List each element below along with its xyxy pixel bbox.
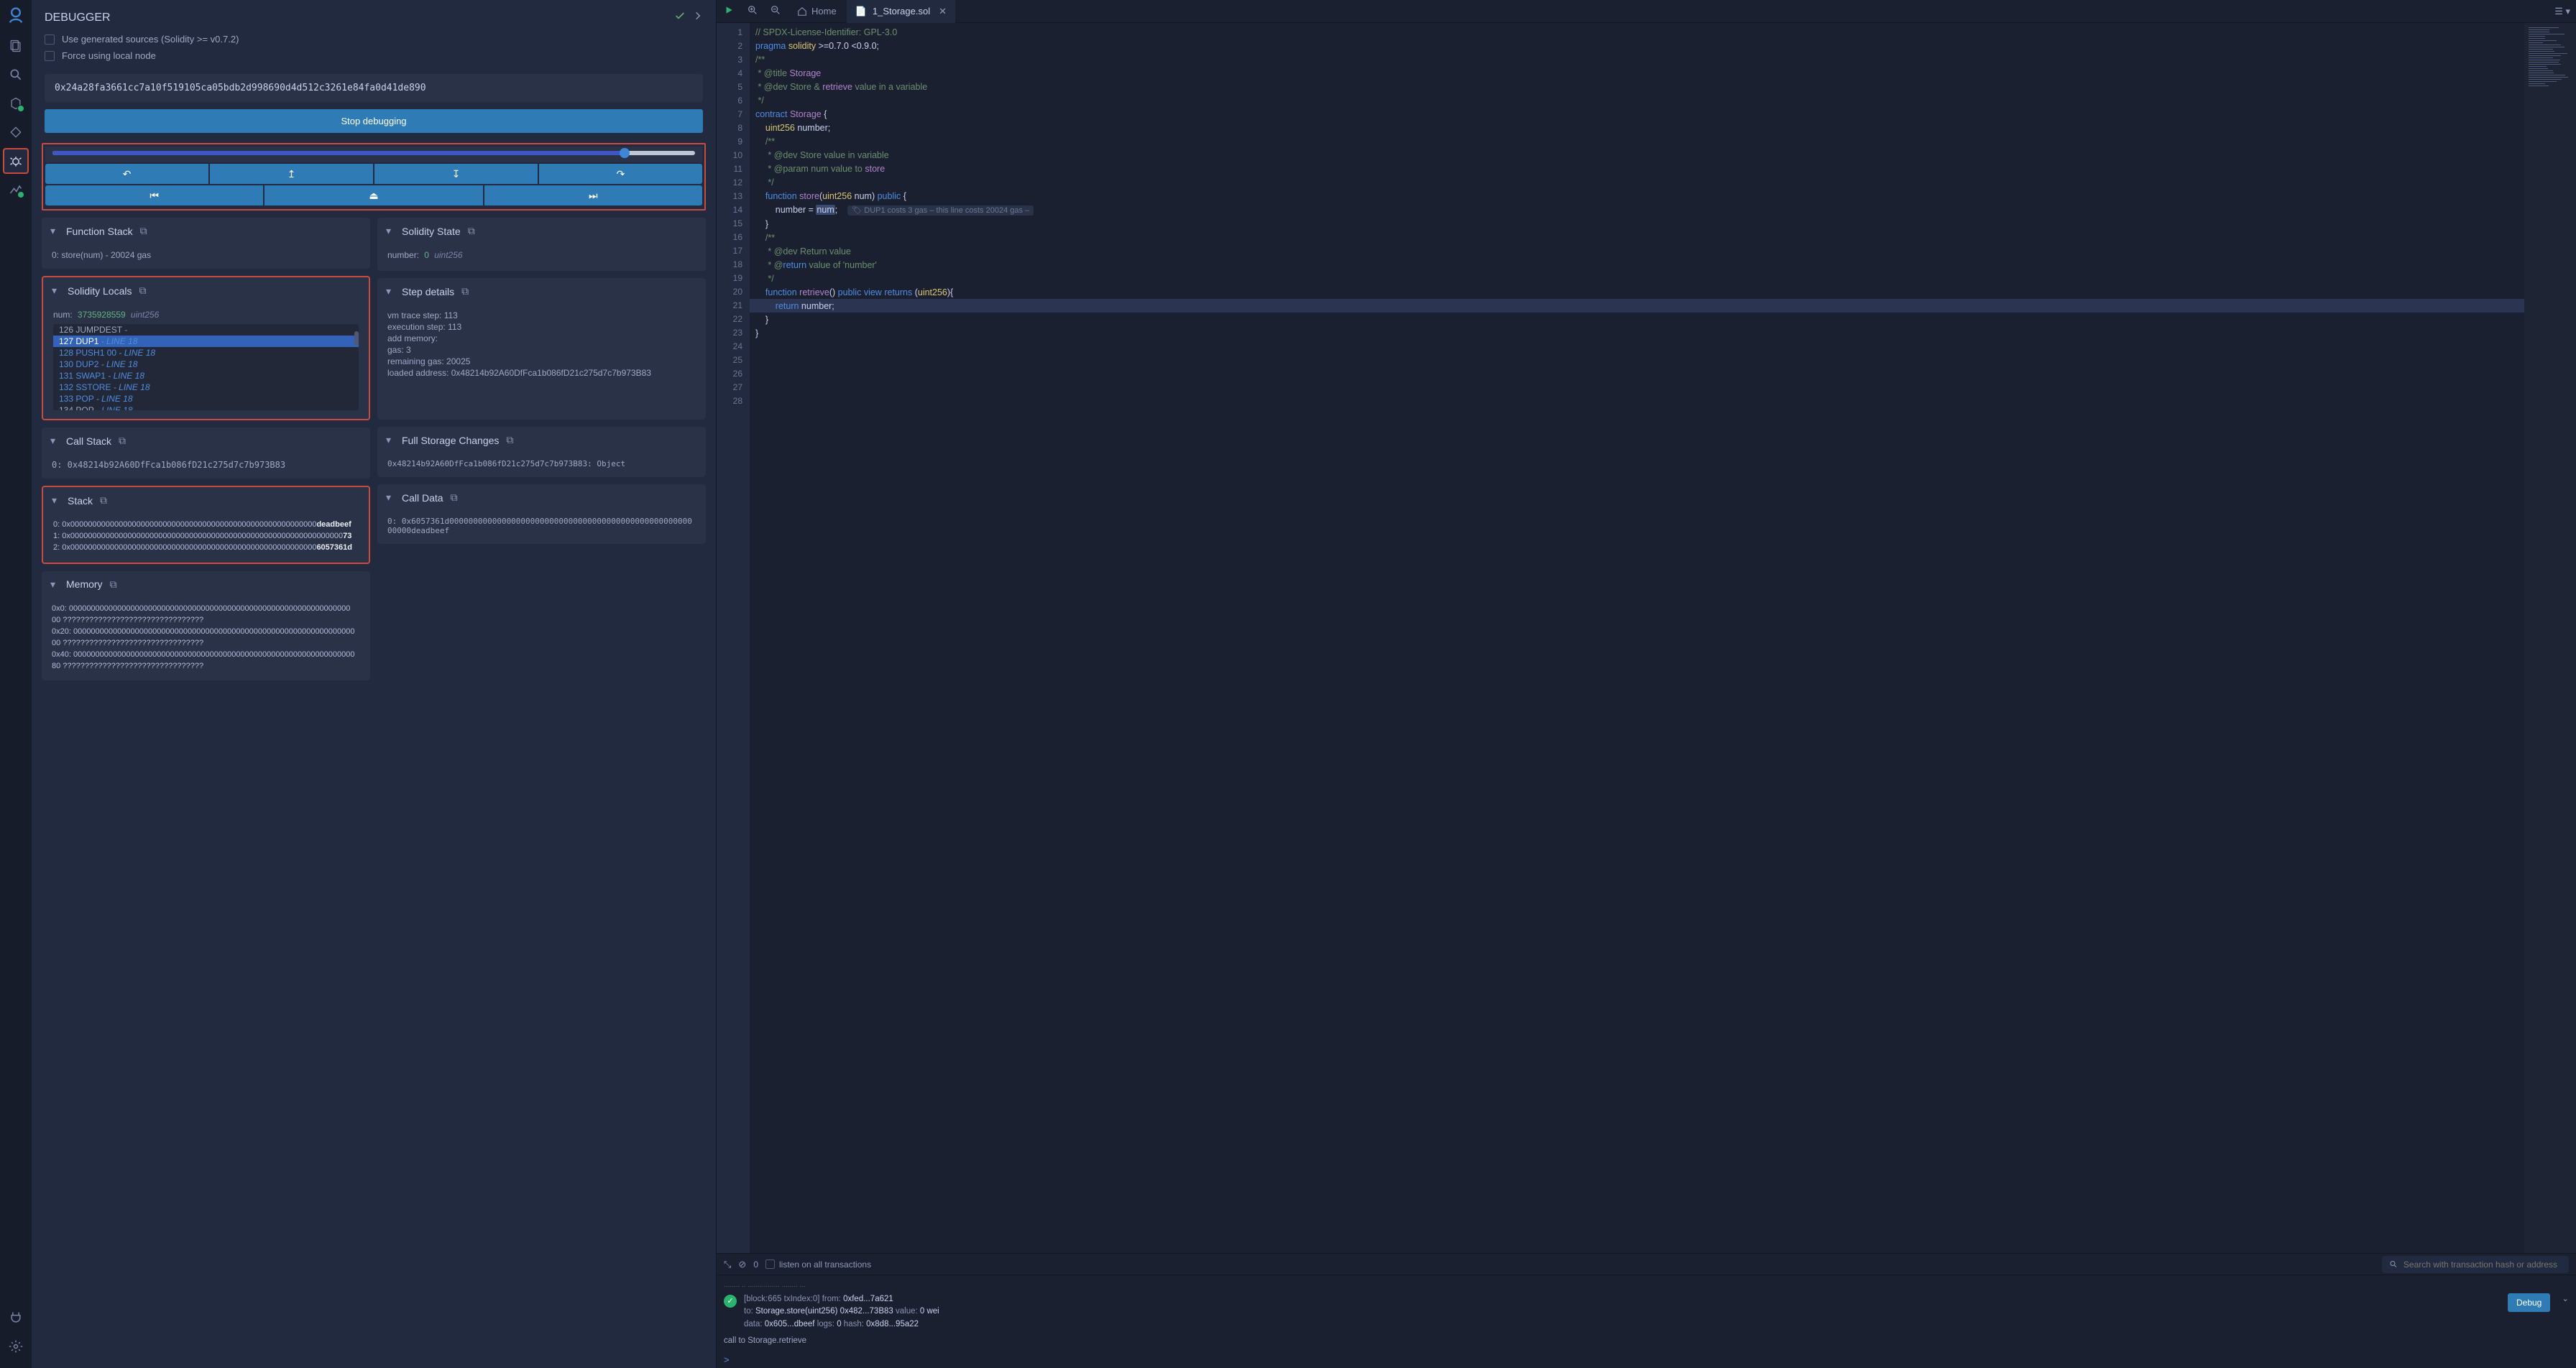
terminal-search-input[interactable] (2404, 1260, 2562, 1270)
sidebar-settings-icon[interactable] (3, 1334, 29, 1359)
memory-row: 80 ???????????????????????????????? (52, 661, 360, 673)
caret-down-icon[interactable]: ▾ (386, 434, 393, 446)
caret-down-icon[interactable]: ▾ (386, 285, 393, 297)
step-out-button[interactable]: ↥ (210, 164, 373, 184)
opcode-line[interactable]: 131 SWAP1 - LINE 18 (53, 370, 359, 382)
copy-icon[interactable]: ⧉ (506, 434, 513, 446)
copy-icon[interactable]: ⧉ (110, 578, 117, 591)
copy-icon[interactable]: ⧉ (461, 285, 469, 297)
caret-down-icon[interactable]: ▾ (50, 435, 58, 447)
full-storage-block: ▾Full Storage Changes⧉ 0x48214b92A60DfFc… (377, 427, 706, 477)
debugger-panel: DEBUGGER Use generated sources (Solidity… (32, 0, 716, 1368)
prev-breakpoint-button[interactable]: ⏮ (45, 185, 263, 205)
jump-out-button[interactable]: ⏏ (264, 185, 482, 205)
stack-row: 2: 0x00000000000000000000000000000000000… (53, 542, 359, 554)
terminal-panel: ⤡ ⊘ 0 listen on all transactions .......… (717, 1253, 2576, 1368)
stop-debugging-button[interactable]: Stop debugging (45, 109, 703, 133)
generated-sources-checkbox[interactable]: Use generated sources (Solidity >= v0.7.… (45, 34, 703, 45)
copy-icon[interactable]: ⧉ (139, 285, 147, 297)
opcode-line[interactable]: 130 DUP2 - LINE 18 (53, 359, 359, 370)
opcodes-list: 126 JUMPDEST -127 DUP1 - LINE 18128 PUSH… (53, 324, 359, 410)
zoom-out-icon[interactable] (770, 4, 781, 18)
call-data-block: ▾Call Data⧉ 0: 0x6057361d000000000000000… (377, 484, 706, 544)
run-icon[interactable] (724, 5, 734, 17)
debug-controls: ↶ ↥ ↧ ↷ ⏮ ⏏ ⏭ (42, 143, 706, 211)
check-icon[interactable] (674, 10, 686, 25)
opcode-line[interactable]: 133 POP - LINE 18 (53, 393, 359, 405)
step-over-button[interactable]: ↷ (539, 164, 702, 184)
memory-row: 00 ???????????????????????????????? (52, 615, 360, 627)
success-icon: ✓ (724, 1295, 737, 1308)
terminal-tx-entry: ✓ [block:665 txIndex:0] from: 0xfed...7a… (724, 1293, 2569, 1331)
copy-icon[interactable]: ⧉ (451, 491, 458, 504)
step-into-button[interactable]: ↧ (374, 164, 538, 184)
sidebar-debugger-icon[interactable] (3, 148, 29, 174)
minimap[interactable] (2524, 23, 2576, 1253)
copy-icon[interactable]: ⧉ (119, 435, 126, 447)
copy-icon[interactable]: ⧉ (100, 494, 107, 507)
function-stack-block: ▾Function Stack⧉ 0: store(num) - 20024 g… (42, 218, 370, 269)
file-tab[interactable]: 📄1_Storage.sol✕ (847, 0, 955, 23)
sidebar-files-icon[interactable] (3, 33, 29, 59)
call-stack-block: ▾Call Stack⧉ 0: 0x48214b92A60DfFca1b086f… (42, 428, 370, 479)
sidebar-deploy-icon[interactable] (3, 119, 29, 145)
caret-down-icon[interactable]: ▾ (50, 225, 58, 237)
code-editor: 1234567891011121314151617181920212223242… (717, 23, 2576, 1253)
chevron-right-icon[interactable] (693, 11, 703, 24)
sidebar-analysis-icon[interactable] (3, 177, 29, 203)
sidebar-plugin-icon[interactable] (3, 1305, 29, 1331)
pending-count: 0 (753, 1260, 758, 1270)
editor-menu-icon[interactable]: ☰ ▾ (2554, 6, 2570, 17)
tx-hash-input[interactable]: 0x24a28fa3661cc7a10f519105ca05bdb2d99869… (45, 74, 703, 102)
step-slider[interactable] (45, 147, 702, 162)
terminal-prompt[interactable]: > (717, 1351, 2576, 1368)
step-back-button[interactable]: ↶ (45, 164, 208, 184)
collapse-icon[interactable]: ⤡ (724, 1259, 731, 1270)
memory-block: ▾Memory⧉ 0x0: 00000000000000000000000000… (42, 571, 370, 681)
terminal-search (2382, 1256, 2569, 1273)
memory-row: 0x40: 0000000000000000000000000000000000… (52, 650, 360, 661)
local-node-checkbox[interactable]: Force using local node (45, 50, 703, 61)
listen-checkbox[interactable]: listen on all transactions (765, 1260, 871, 1270)
opcode-line[interactable]: 128 PUSH1 00 - LINE 18 (53, 347, 359, 359)
memory-row: 0x0: 00000000000000000000000000000000000… (52, 604, 360, 615)
editor-toolbar: Home 📄1_Storage.sol✕ ☰ ▾ (717, 0, 2576, 23)
caret-down-icon[interactable]: ▾ (52, 494, 59, 507)
icon-sidebar (0, 0, 32, 1368)
clear-icon[interactable]: ⊘ (738, 1259, 746, 1270)
stack-block: ▾Stack⧉ 0: 0x000000000000000000000000000… (42, 486, 370, 564)
next-breakpoint-button[interactable]: ⏭ (484, 185, 702, 205)
search-icon (2389, 1260, 2398, 1269)
panel-title: DEBUGGER (45, 11, 111, 24)
sidebar-search-icon[interactable] (3, 62, 29, 88)
sidebar-compile-icon[interactable] (3, 91, 29, 116)
solidity-locals-block: ▾Solidity Locals⧉ num: 3735928559 uint25… (42, 276, 370, 420)
home-tab[interactable]: Home (787, 0, 847, 23)
opcode-line[interactable]: 126 JUMPDEST - (53, 324, 359, 336)
copy-icon[interactable]: ⧉ (140, 225, 147, 237)
caret-down-icon[interactable]: ▾ (386, 225, 393, 237)
zoom-in-icon[interactable] (747, 4, 758, 18)
opcode-line[interactable]: 134 POP - LINE 18 (53, 405, 359, 410)
stack-row: 0: 0x00000000000000000000000000000000000… (53, 519, 359, 531)
app-logo-icon (6, 6, 26, 26)
opcode-line[interactable]: 132 SSTORE - LINE 18 (53, 382, 359, 393)
debug-button[interactable]: Debug (2508, 1293, 2550, 1312)
close-tab-icon[interactable]: ✕ (939, 6, 947, 17)
terminal-log-line[interactable]: call to Storage.retrieve (724, 1335, 2569, 1347)
stack-row: 1: 0x00000000000000000000000000000000000… (53, 531, 359, 542)
caret-down-icon[interactable]: ▾ (386, 491, 393, 504)
caret-down-icon[interactable]: ▾ (50, 578, 58, 591)
memory-row: 0x20: 0000000000000000000000000000000000… (52, 627, 360, 638)
step-details-block: ▾Step details⧉ vm trace step: 113executi… (377, 278, 706, 420)
opcode-line[interactable]: 127 DUP1 - LINE 18 (53, 336, 359, 347)
solidity-state-block: ▾Solidity State⧉ number: 0 uint256 (377, 218, 706, 271)
memory-row: 00 ???????????????????????????????? (52, 638, 360, 650)
caret-down-icon[interactable]: ▾ (52, 285, 59, 297)
scrollbar-thumb[interactable] (354, 331, 359, 346)
copy-icon[interactable]: ⧉ (468, 225, 475, 237)
chevron-down-icon[interactable]: ⌄ (2562, 1293, 2569, 1305)
